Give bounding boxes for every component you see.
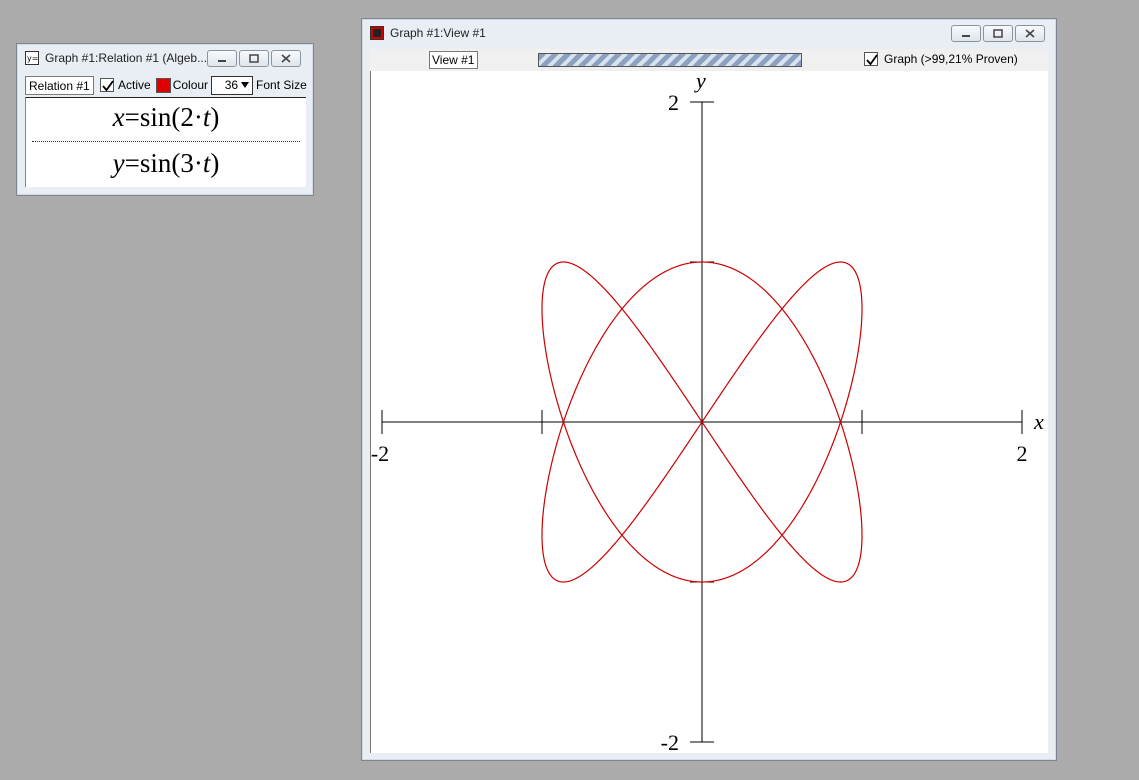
relation-window-title: Graph #1:Relation #1 (Algeb... <box>45 51 208 65</box>
font-size-label: Font Size <box>256 78 307 92</box>
close-icon <box>281 54 291 63</box>
view-app-icon <box>370 26 384 40</box>
active-checkbox[interactable] <box>100 78 114 92</box>
graph-proven-toggle[interactable]: Graph (>99,21% Proven) <box>864 52 1018 66</box>
equation-editor[interactable]: x=sin(2·t) y=sin(3·t) <box>25 97 306 187</box>
restore-icon <box>993 29 1003 38</box>
view-name-text: View #1 <box>432 53 475 67</box>
view-window: Graph #1:View #1 View #1 Graph (>99,21% … <box>361 18 1057 761</box>
checkmark-icon <box>102 80 114 92</box>
minimize-icon <box>218 59 226 62</box>
close-button[interactable] <box>1015 25 1045 42</box>
view-window-title: Graph #1:View #1 <box>390 26 486 40</box>
close-button[interactable] <box>271 50 301 67</box>
equation-x[interactable]: x=sin(2·t) <box>26 102 306 133</box>
font-size-dropdown[interactable]: 36 <box>211 75 254 95</box>
svg-text:y=: y= <box>27 54 38 63</box>
checkmark-icon <box>866 54 878 66</box>
equation-separator <box>32 141 300 142</box>
proof-progress-bar <box>538 53 802 67</box>
equation-y[interactable]: y=sin(3·t) <box>26 148 306 179</box>
dropdown-arrow-icon <box>241 82 250 88</box>
active-label: Active <box>118 78 151 92</box>
colour-label: Colour <box>172 78 209 92</box>
restore-button[interactable] <box>239 50 269 67</box>
y-tick-label-min: -2 <box>661 730 679 753</box>
relation-name-field[interactable]: Relation #1 <box>25 75 94 95</box>
relation-caption-buttons <box>207 50 301 67</box>
relation-toolbar: Relation #1 Active Colour 36 Font Size <box>25 75 307 95</box>
y-axis-label: y <box>694 71 706 93</box>
minimize-button[interactable] <box>951 25 981 42</box>
font-size-value: 36 <box>224 78 239 92</box>
view-caption-buttons <box>951 25 1045 42</box>
restore-icon <box>249 54 259 63</box>
view-titlebar[interactable]: Graph #1:View #1 <box>362 19 1056 45</box>
restore-button[interactable] <box>983 25 1013 42</box>
graph-status-label: Graph (>99,21% Proven) <box>884 52 1018 66</box>
colour-swatch[interactable] <box>155 77 171 93</box>
y-tick-label-max: 2 <box>668 90 679 115</box>
minimize-button[interactable] <box>207 50 237 67</box>
graph-checkbox[interactable] <box>864 52 878 66</box>
relation-window: y= Graph #1:Relation #1 (Algeb... Relati… <box>16 43 314 196</box>
close-icon <box>1025 29 1035 38</box>
x-tick-label-min: -2 <box>371 441 389 466</box>
view-name-field[interactable]: View #1 <box>429 51 478 69</box>
view-toolbar: View #1 Graph (>99,21% Proven) <box>370 49 1048 71</box>
minimize-icon <box>962 34 970 37</box>
graph-canvas[interactable]: -2 2 2 -2 x y <box>370 71 1048 753</box>
graph-plot: -2 2 2 -2 x y <box>371 71 1044 753</box>
x-tick-label-max: 2 <box>1017 441 1028 466</box>
relation-app-icon: y= <box>25 51 39 65</box>
relation-titlebar[interactable]: y= Graph #1:Relation #1 (Algeb... <box>17 44 313 70</box>
relation-name-text: Relation #1 <box>29 78 90 93</box>
x-axis-label: x <box>1033 409 1044 434</box>
